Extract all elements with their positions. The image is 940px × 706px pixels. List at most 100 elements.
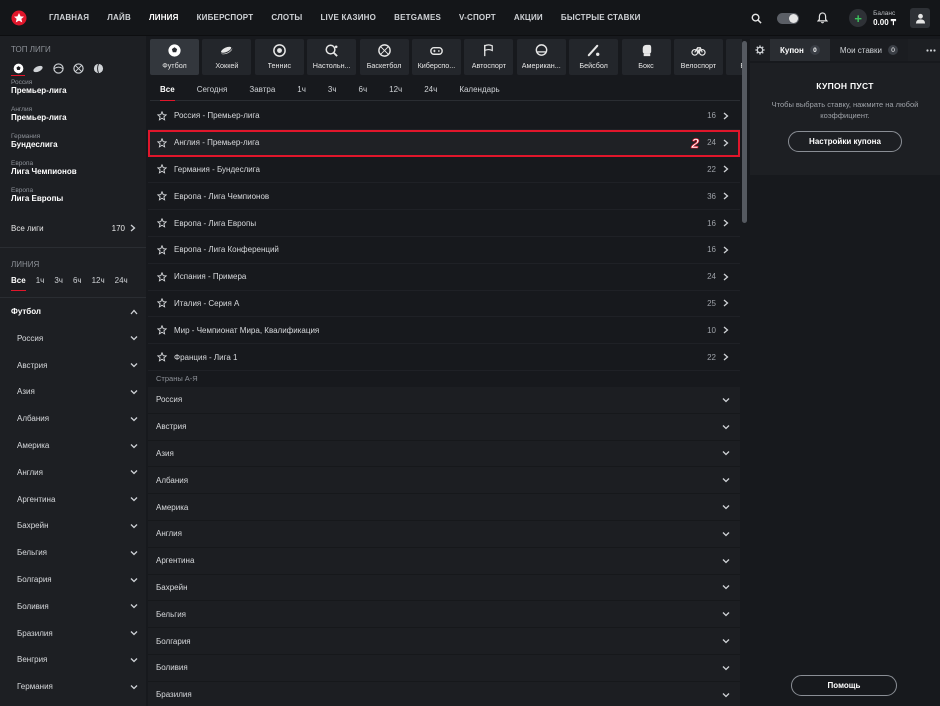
sidebar-period-3[interactable]: 3ч	[54, 276, 63, 290]
sport-tab-5[interactable]: Баскетбол	[359, 39, 409, 75]
league-row[interactable]: Италия - Серия А 25	[148, 291, 740, 318]
star-icon[interactable]	[156, 217, 168, 229]
sidebar-country-item[interactable]: Бельгия	[0, 539, 146, 566]
top-league-item[interactable]: Англия Премьер-лига	[0, 103, 146, 130]
sidebar-period-5[interactable]: 12ч	[92, 276, 105, 290]
league-row[interactable]: Европа - Лига Конференций 16	[148, 237, 740, 264]
top-league-item[interactable]: Германия Бундеслига	[0, 130, 146, 157]
all-leagues-link[interactable]: Все лиги 170	[0, 217, 146, 239]
period-tab-9[interactable]: Календарь	[459, 79, 499, 100]
period-tab-6[interactable]: 6ч	[359, 79, 368, 100]
country-row[interactable]: Бразилия	[148, 681, 740, 706]
league-row[interactable]: Германия - Бундеслига 22	[148, 157, 740, 184]
nav-item-4[interactable]: КИБЕРСПОРТ	[188, 0, 263, 36]
star-icon[interactable]	[156, 351, 168, 363]
sidebar-country-item[interactable]: Америка	[0, 432, 146, 459]
sidebar-country-item[interactable]: Германия	[0, 673, 146, 700]
sidebar-country-item[interactable]: Албания	[0, 405, 146, 432]
star-icon[interactable]	[156, 190, 168, 202]
sport-tab-11[interactable]: Велоспорт	[673, 39, 723, 75]
period-tab-5[interactable]: 3ч	[328, 79, 337, 100]
nav-item-1[interactable]: ГЛАВНАЯ	[40, 0, 98, 36]
country-row[interactable]: Англия	[148, 520, 740, 548]
sport-tab-12[interactable]: Волей	[726, 39, 742, 75]
sidebar-country-item[interactable]: Болгария	[0, 566, 146, 593]
nav-item-10[interactable]: БЫСТРЫЕ СТАВКИ	[552, 0, 650, 36]
top-league-item[interactable]: Европа Лига Чемпионов	[0, 157, 146, 184]
period-tab-4[interactable]: 1ч	[297, 79, 306, 100]
star-icon[interactable]	[156, 244, 168, 256]
top-league-item[interactable]: Европа Лига Европы	[0, 184, 146, 211]
country-row[interactable]: Австрия	[148, 413, 740, 441]
nav-item-7[interactable]: BETGAMES	[385, 0, 450, 36]
country-row[interactable]: Болгария	[148, 628, 740, 655]
league-row[interactable]: Европа - Лига Европы 16	[148, 210, 740, 237]
more-icon[interactable]	[922, 39, 940, 61]
basketball-icon[interactable]	[71, 62, 85, 76]
nav-item-9[interactable]: АКЦИИ	[505, 0, 552, 36]
period-tab-2[interactable]: Сегодня	[197, 79, 228, 100]
nav-item-6[interactable]: LIVE КАЗИНО	[311, 0, 385, 36]
coupon-settings-button[interactable]: Настройки купона	[788, 131, 902, 152]
period-tab-1[interactable]: Все	[160, 79, 175, 101]
sidebar-country-item[interactable]: Англия	[0, 459, 146, 486]
sport-tab-7[interactable]: Автоспорт	[464, 39, 514, 75]
sport-tab-2[interactable]: Хоккей	[202, 39, 252, 75]
sidebar-country-item[interactable]: Аргентина	[0, 486, 146, 513]
league-row[interactable]: Россия - Премьер-лига 16	[148, 103, 740, 130]
balance[interactable]: Баланс 0.00 ₸	[873, 9, 896, 27]
star-icon[interactable]	[156, 297, 168, 309]
sport-tab-3[interactable]: Теннис	[254, 39, 304, 75]
tab-coupon[interactable]: Купон 0	[770, 39, 830, 61]
sidebar-country-item[interactable]: Австрия	[0, 352, 146, 379]
period-tab-8[interactable]: 24ч	[424, 79, 437, 100]
star-icon[interactable]	[156, 324, 168, 336]
tab-my-bets[interactable]: Мои ставки 0	[829, 39, 909, 61]
scrollbar[interactable]	[742, 39, 747, 706]
sidebar-sport-football[interactable]: Футбол	[0, 298, 146, 325]
sidebar-period-2[interactable]: 1ч	[36, 276, 45, 290]
sidebar-country-item[interactable]: Боливия	[0, 593, 146, 620]
league-row[interactable]: Англия - Премьер-лига 2 24	[148, 129, 740, 157]
country-row[interactable]: Азия	[148, 440, 740, 468]
country-row[interactable]: Боливия	[148, 654, 740, 682]
nav-item-8[interactable]: V-СПОРТ	[450, 0, 505, 36]
help-button[interactable]: Помощь	[791, 675, 897, 696]
nav-item-5[interactable]: СЛОТЫ	[262, 0, 311, 36]
sidebar-country-item[interactable]: Россия	[0, 325, 146, 352]
star-icon[interactable]	[156, 163, 168, 175]
country-row[interactable]: Бахрейн	[148, 574, 740, 602]
country-row[interactable]: Албания	[148, 467, 740, 495]
nav-item-2[interactable]: ЛАЙВ	[98, 0, 140, 36]
star-icon[interactable]	[156, 110, 168, 122]
league-row[interactable]: Мир - Чемпионат Мира, Квалификация 10	[148, 317, 740, 345]
theme-toggle[interactable]	[777, 12, 800, 24]
sport-tab-8[interactable]: Американ...	[516, 39, 566, 75]
sport-tab-4[interactable]: Настольн...	[307, 39, 357, 75]
sidebar-country-item[interactable]: Бахрейн	[0, 513, 146, 540]
sidebar-period-6[interactable]: 24ч	[115, 276, 128, 290]
league-row[interactable]: Франция - Лига 1 22	[148, 344, 740, 371]
country-row[interactable]: Бельгия	[148, 601, 740, 629]
country-row[interactable]: Аргентина	[148, 547, 740, 575]
top-league-item[interactable]: Россия Премьер-лига	[0, 76, 146, 103]
sport-tab-6[interactable]: Киберспо...	[411, 39, 461, 75]
period-tab-3[interactable]: Завтра	[249, 79, 275, 100]
football-icon[interactable]	[11, 62, 25, 76]
sidebar-period-1[interactable]: Все	[11, 276, 26, 291]
sport-tab-1[interactable]: Футбол	[150, 39, 199, 75]
gear-icon[interactable]	[750, 39, 770, 61]
scrollbar-thumb[interactable]	[742, 41, 747, 223]
sidebar-country-item[interactable]: Азия	[0, 379, 146, 406]
sport-tab-10[interactable]: Бокс	[621, 39, 671, 75]
period-tab-7[interactable]: 12ч	[389, 79, 402, 100]
nav-item-3[interactable]: ЛИНИЯ	[140, 0, 188, 36]
star-icon[interactable]	[156, 137, 168, 149]
sport-tab-9[interactable]: Бейсбол	[569, 39, 619, 75]
country-row[interactable]: Америка	[148, 494, 740, 521]
league-row[interactable]: Испания - Примера 24	[148, 264, 740, 291]
bell-icon[interactable]	[813, 9, 831, 27]
search-icon[interactable]	[747, 9, 765, 27]
user-icon[interactable]	[910, 8, 930, 28]
hockey-icon[interactable]	[31, 62, 45, 76]
